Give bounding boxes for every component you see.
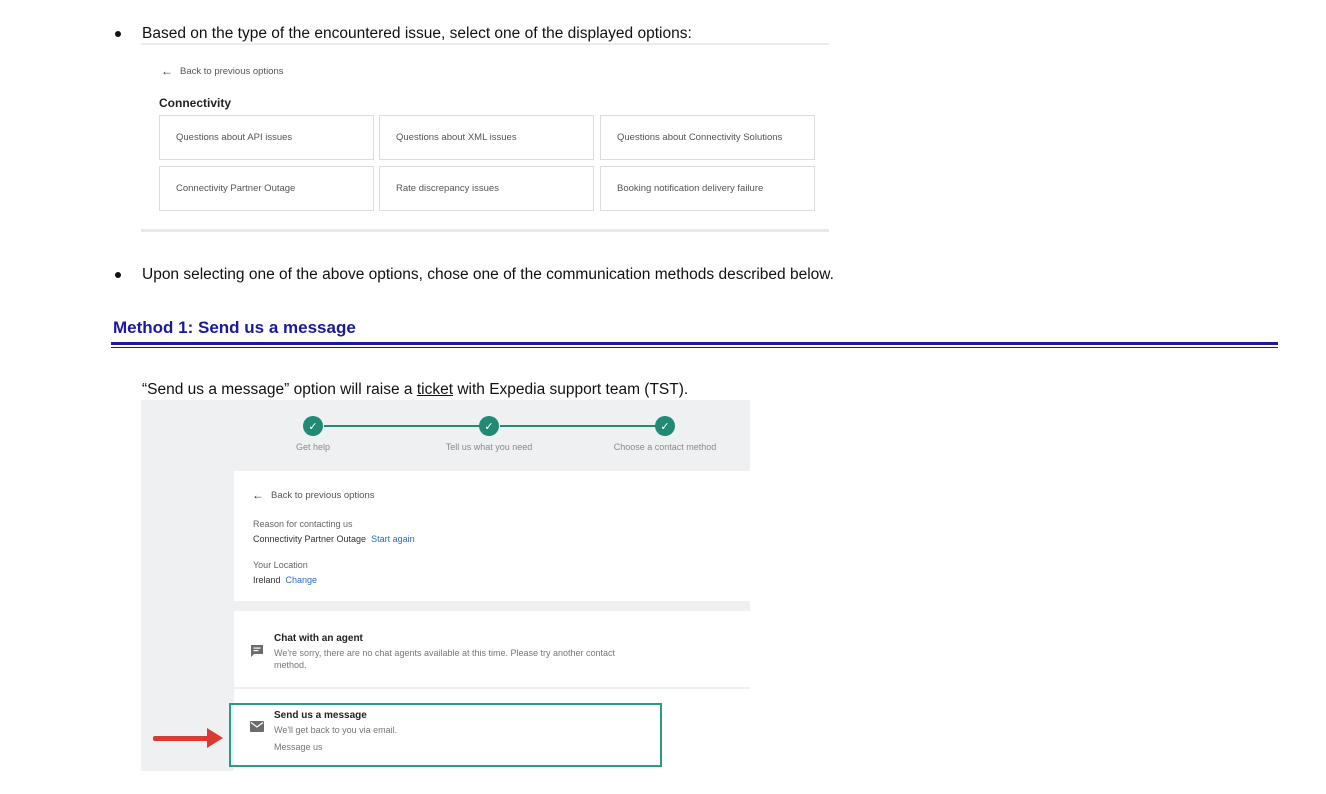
- description-text: “Send us a message” option will raise a: [142, 381, 417, 398]
- location-value: Ireland: [253, 575, 281, 585]
- reason-panel: ← Back to previous options Reason for co…: [234, 471, 750, 601]
- bullet-text-2: Upon selecting one of the above options,…: [142, 266, 834, 283]
- step-connector: [500, 425, 656, 427]
- heading-rule-thin: [111, 347, 1278, 348]
- start-again-link[interactable]: Start again: [371, 534, 415, 544]
- contact-method-screenshot: ✓ ✓ ✓ Get help Tell us what you need Cho…: [141, 400, 750, 771]
- option-api-issues[interactable]: Questions about API issues: [159, 115, 374, 160]
- option-connectivity-solutions[interactable]: Questions about Connectivity Solutions: [600, 115, 815, 160]
- reason-value-row: Connectivity Partner Outage Start again: [253, 534, 415, 544]
- option-partner-outage[interactable]: Connectivity Partner Outage: [159, 166, 374, 211]
- reason-value: Connectivity Partner Outage: [253, 534, 367, 544]
- option-label: Booking notification delivery failure: [617, 183, 764, 194]
- option-label: Rate discrepancy issues: [396, 183, 499, 194]
- location-value-row: Ireland Change: [253, 575, 317, 585]
- arrow-left-icon: ←: [161, 64, 173, 78]
- step-label-contact-method: Choose a contact method: [613, 442, 717, 452]
- step-check-icon: ✓: [479, 416, 499, 436]
- back-to-previous-options-link[interactable]: ← Back to previous options: [161, 65, 284, 77]
- heading-rule: [111, 342, 1278, 345]
- method-description: “Send us a message” option will raise a …: [142, 381, 688, 399]
- bullet-text-1: Based on the type of the encountered iss…: [142, 25, 692, 42]
- step-check-icon: ✓: [303, 416, 323, 436]
- option-label: Connectivity Partner Outage: [176, 183, 296, 194]
- step-label-get-help: Get help: [295, 442, 331, 452]
- chat-option-panel[interactable]: Chat with an agent We're sorry, there ar…: [234, 611, 750, 687]
- location-label: Your Location: [253, 560, 308, 570]
- reason-label: Reason for contacting us: [253, 519, 353, 529]
- red-arrow-head-icon: [207, 728, 223, 748]
- chat-title: Chat with an agent: [274, 633, 363, 644]
- step-check-icon: ✓: [655, 416, 675, 436]
- step-label-tell-us: Tell us what you need: [445, 442, 533, 452]
- back-link-label: Back to previous options: [271, 489, 375, 501]
- back-to-previous-options-link[interactable]: ← Back to previous options: [252, 489, 375, 501]
- bullet-dot: [115, 272, 121, 278]
- chat-description: We're sorry, there are no chat agents av…: [274, 648, 616, 670]
- step-connector: [324, 425, 480, 427]
- category-title: Connectivity: [159, 96, 232, 110]
- option-label: Questions about API issues: [176, 132, 293, 143]
- ticket-link[interactable]: ticket: [417, 381, 453, 398]
- change-location-link[interactable]: Change: [286, 575, 318, 585]
- arrow-left-icon: ←: [252, 488, 264, 502]
- option-label: Questions about XML issues: [396, 132, 517, 143]
- chat-bubble-icon: [251, 645, 263, 657]
- highlight-box: [229, 703, 662, 767]
- option-booking-notification[interactable]: Booking notification delivery failure: [600, 166, 815, 211]
- bullet-dot: [115, 31, 121, 37]
- back-link-label: Back to previous options: [180, 65, 284, 77]
- option-label: Questions about Connectivity Solutions: [617, 132, 783, 143]
- description-text: with Expedia support team (TST).: [453, 381, 689, 398]
- option-xml-issues[interactable]: Questions about XML issues: [379, 115, 594, 160]
- red-arrow-icon: [153, 736, 211, 741]
- options-screenshot: ← Back to previous options Connectivity …: [141, 43, 829, 232]
- option-rate-discrepancy[interactable]: Rate discrepancy issues: [379, 166, 594, 211]
- method-heading: Method 1: Send us a message: [113, 318, 356, 337]
